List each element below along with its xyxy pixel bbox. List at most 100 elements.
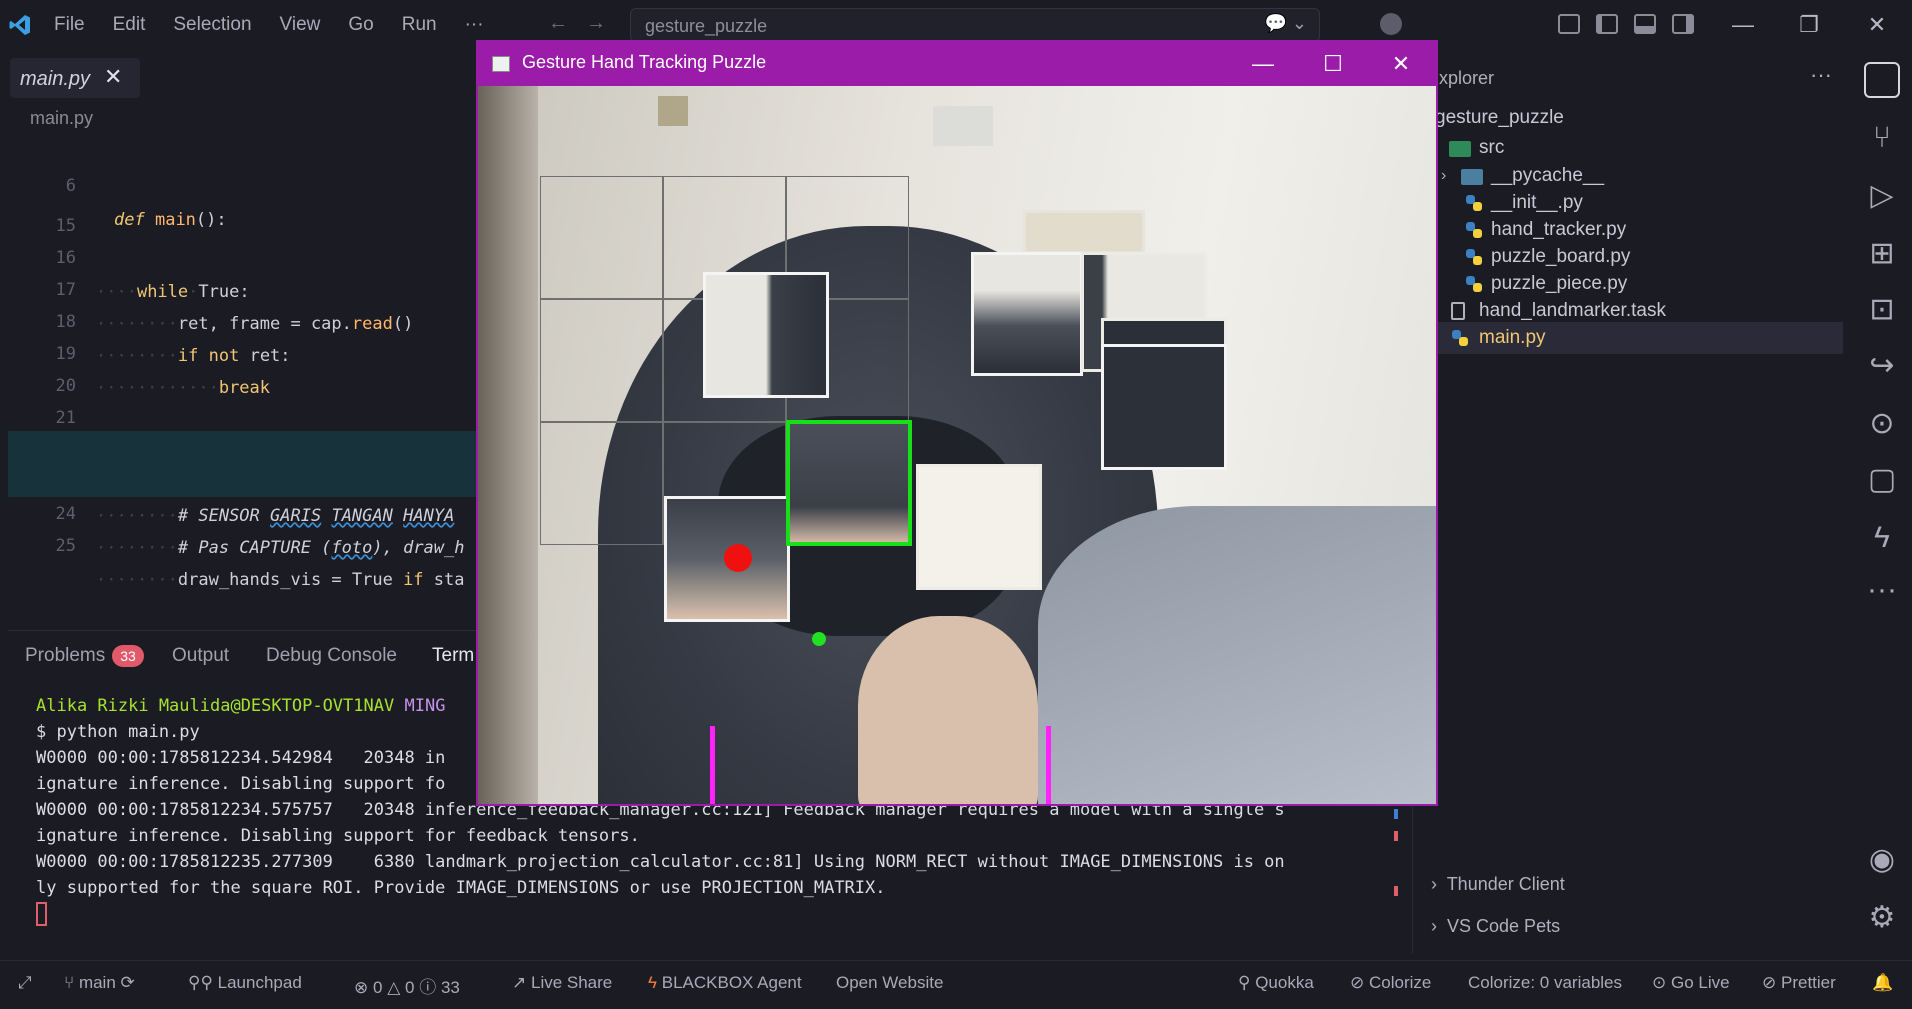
chat-icon[interactable]: ▢ [1862, 460, 1902, 500]
minimize-icon[interactable]: — [1708, 0, 1778, 50]
copilot-chat-icon[interactable]: 💬 ⌄ [1265, 13, 1308, 34]
folder-icon [1449, 141, 1471, 157]
python-icon [1452, 330, 1468, 346]
gesture-camera-window[interactable]: Gesture Hand Tracking Puzzle — ☐ ✕ [476, 40, 1438, 806]
prettier-status[interactable]: ⊘ Prettier [1762, 973, 1836, 993]
open-website-status[interactable]: Open Website [836, 973, 943, 993]
remote-explorer-icon[interactable]: ⊡ [1862, 290, 1902, 330]
run-debug-icon[interactable]: ▷ [1862, 176, 1902, 216]
puzzle-piece[interactable] [1101, 344, 1227, 470]
camera-feed[interactable] [478, 86, 1436, 804]
section-vscode-pets[interactable]: › VS Code Pets [1431, 916, 1560, 937]
tab-label: main.py [20, 68, 91, 90]
code-line: 20 [55, 376, 76, 396]
camera-close-icon[interactable]: ✕ [1366, 42, 1436, 86]
problems-badge: 33 [112, 645, 144, 667]
chevron-right-icon: › [1431, 916, 1437, 936]
toggle-secondary-sidebar-icon[interactable] [1672, 14, 1694, 34]
go-live-status[interactable]: ⊙ Go Live [1652, 973, 1730, 993]
restore-icon[interactable]: ❐ [1774, 0, 1844, 50]
menu-go[interactable]: Go [334, 0, 387, 50]
live-share-status[interactable]: ↗ Live Share [512, 973, 612, 993]
tree-item-main-py[interactable]: main.py [1413, 322, 1843, 354]
problems-status[interactable]: ⊗ 0 △ 0 ⓘ 33 [354, 973, 460, 998]
colorize-icon: ⊘ [1350, 973, 1365, 992]
menu-run[interactable]: Run [388, 0, 451, 50]
launchpad-icon: ⚲⚲ [188, 973, 213, 992]
git-graph-icon[interactable]: ⊙ [1862, 404, 1902, 444]
live-share-icon[interactable]: ↪ [1862, 346, 1902, 386]
code-line: 17 ········ret, frame = cap.read() [55, 280, 414, 334]
bolt-icon: ϟ [648, 973, 657, 992]
wall-mark [658, 96, 688, 126]
extensions-icon[interactable]: ⊞ [1862, 234, 1902, 274]
tab-terminal[interactable]: Term [432, 645, 474, 667]
section-thunder-client[interactable]: › Thunder Client [1431, 874, 1565, 895]
python-icon [1466, 249, 1482, 265]
person-hand [858, 616, 1038, 804]
menu-file[interactable]: File [40, 0, 99, 50]
check-icon: ⊘ [1762, 973, 1777, 992]
activity-bar: ⑂ ▷ ⊞ ⊡ ↪ ⊙ ▢ ϟ ··· ◉ ⚙ [1852, 50, 1912, 960]
code-line: 19 ············break [55, 344, 271, 398]
scrollbar-marker [1394, 831, 1398, 841]
file-icon [1451, 302, 1465, 320]
blackbox-status[interactable]: ϟ BLACKBOX Agent [648, 973, 802, 993]
remote-icon[interactable]: ⤢ [18, 973, 32, 993]
code-line: 23 ········# SENSOR GARIS TANGAN HANYA [8, 431, 478, 526]
toggle-panel-icon[interactable] [1634, 14, 1656, 34]
camera-maximize-icon[interactable]: ☐ [1298, 42, 1368, 86]
command-center[interactable]: gesture_puzzle 💬 ⌄ [630, 8, 1320, 42]
notifications-bell-icon[interactable]: 🔔 [1872, 973, 1893, 993]
hand-cursor-pinch-dot [724, 544, 752, 572]
more-views-icon[interactable]: ··· [1862, 570, 1902, 610]
puzzle-piece[interactable] [971, 252, 1083, 376]
toggle-primary-sidebar-icon[interactable] [1596, 14, 1618, 34]
puzzle-piece[interactable] [703, 272, 829, 398]
breadcrumb[interactable]: main.py [30, 108, 93, 129]
copilot-icon[interactable] [1380, 13, 1402, 35]
colorize-vars-status[interactable]: Colorize: 0 variables [1468, 973, 1622, 993]
menu-edit[interactable]: Edit [99, 0, 160, 50]
close-icon[interactable]: ✕ [1842, 0, 1912, 50]
tree-root-gesture-puzzle[interactable]: ⌄ gesture_puzzle [1413, 102, 1843, 134]
colorize-status[interactable]: ⊘ Colorize [1350, 973, 1431, 993]
tab-problems[interactable]: Problems [25, 645, 105, 667]
nav-arrows[interactable]: ←→ [548, 12, 624, 35]
back-arrow-icon[interactable]: ← [548, 12, 586, 34]
explorer-title: xplorer [1439, 68, 1495, 88]
code-line: 21 ········frame = cv2.flip(frame, 1) # [55, 408, 465, 462]
camera-minimize-icon[interactable]: — [1228, 42, 1298, 86]
puzzle-piece[interactable] [1023, 210, 1145, 254]
code-editor[interactable]: 6 def main(): 15 16 ····while·True: 17 ·… [8, 135, 478, 625]
hand-landmark-dot [812, 632, 826, 646]
code-line: 16 ····while·True: [55, 248, 250, 302]
tab-main-py[interactable]: main.py ✕ [10, 58, 140, 98]
camera-window-titlebar[interactable]: Gesture Hand Tracking Puzzle — ☐ ✕ [478, 42, 1436, 86]
terminal-cursor-line [36, 901, 1396, 927]
thunder-client-icon[interactable]: ϟ [1862, 518, 1902, 558]
status-bar: ⤢ ⑂ main ⟳ ⚲⚲ Launchpad ⊗ 0 △ 0 ⓘ 33 ↗ L… [0, 960, 1912, 1009]
menu-view[interactable]: View [266, 0, 335, 50]
customize-layout-icon[interactable] [1558, 14, 1580, 34]
more-actions-icon[interactable]: ··· [1810, 62, 1832, 88]
info-icon: ⓘ [419, 978, 437, 997]
editor-tabs: main.py ✕ [8, 54, 478, 102]
explorer-icon[interactable] [1864, 62, 1900, 98]
puzzle-grid-cell [540, 422, 663, 545]
source-control-icon[interactable]: ⑂ [1862, 118, 1902, 158]
vscode-logo-icon [0, 0, 40, 50]
forward-arrow-icon[interactable]: → [586, 12, 624, 34]
puzzle-piece[interactable] [916, 464, 1042, 590]
close-tab-icon[interactable]: ✕ [104, 64, 122, 90]
settings-gear-icon[interactable]: ⚙ [1862, 898, 1902, 938]
hand-landmark-line [1046, 726, 1051, 804]
quokka-status[interactable]: ⚲ Quokka [1238, 973, 1314, 993]
tab-output[interactable]: Output [172, 645, 229, 667]
branch-status[interactable]: ⑂ main ⟳ [64, 973, 135, 993]
menu-selection[interactable]: Selection [159, 0, 265, 50]
accounts-icon[interactable]: ◉ [1862, 840, 1902, 880]
launchpad-status[interactable]: ⚲⚲ Launchpad [188, 973, 302, 993]
tab-debug-console[interactable]: Debug Console [266, 645, 397, 667]
puzzle-piece-selected[interactable] [786, 420, 912, 546]
